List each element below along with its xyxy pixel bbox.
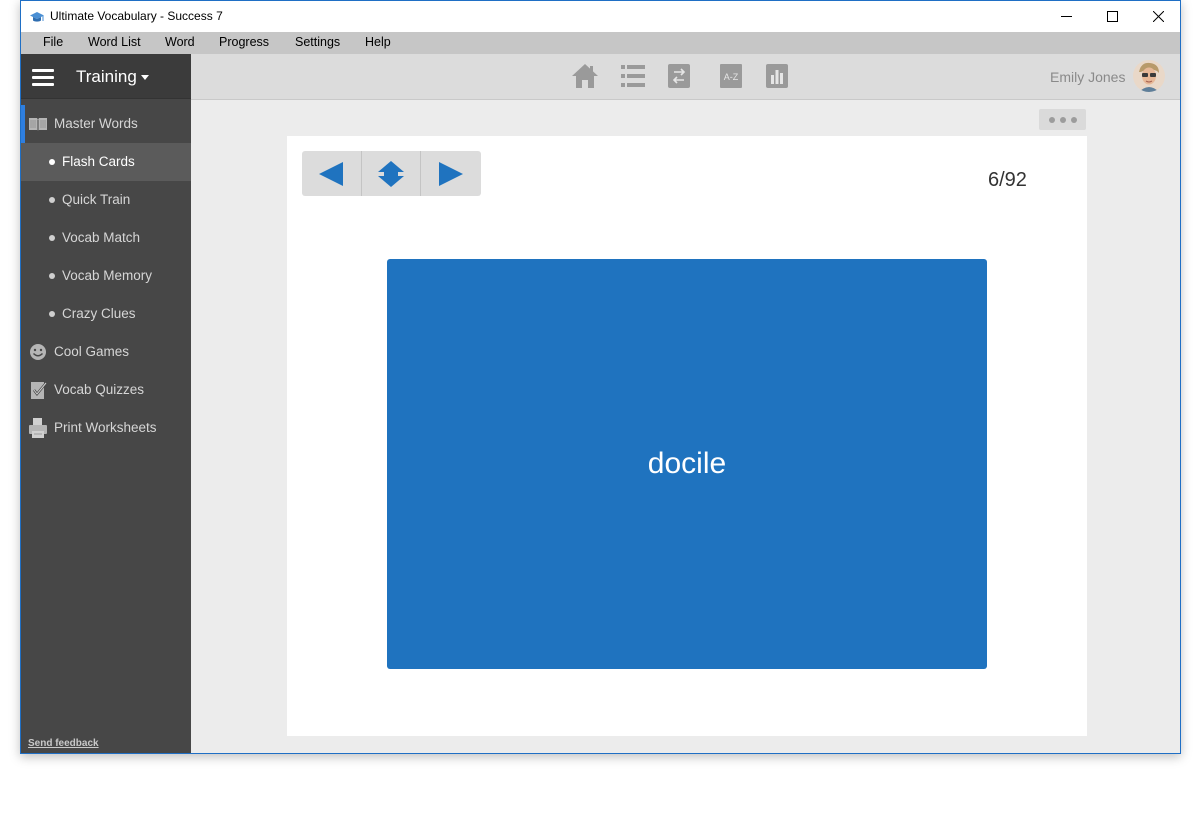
menu-word-list[interactable]: Word List: [88, 35, 141, 49]
sidebar-item-label: Crazy Clues: [62, 306, 136, 321]
sidebar-item-label: Quick Train: [62, 192, 131, 207]
sidebar-item-crazy-clues[interactable]: Crazy Clues: [21, 295, 191, 333]
az-label: A-Z: [724, 72, 739, 82]
menu-bar: File Word List Word Progress Settings He…: [21, 32, 1180, 54]
maximize-icon: [1106, 11, 1118, 22]
sidebar-item-vocab-quizzes[interactable]: Vocab Quizzes: [21, 371, 191, 409]
sidebar-item-flash-cards[interactable]: Flash Cards: [21, 143, 191, 181]
bullet-icon: [49, 197, 55, 203]
sidebar-item-label: Vocab Quizzes: [54, 382, 145, 397]
mode-dropdown[interactable]: Training: [76, 67, 137, 87]
sidebar-item-label: Flash Cards: [62, 154, 135, 169]
maximize-button[interactable]: [1089, 1, 1135, 32]
flashcard-panel: 6/92 docile: [287, 136, 1087, 736]
menu-settings[interactable]: Settings: [295, 35, 340, 49]
bullet-icon: [49, 235, 55, 241]
menu-file[interactable]: File: [43, 35, 63, 49]
previous-arrow-icon: [319, 161, 344, 186]
app-window: Ultimate Vocabulary - Success 7 File Wor…: [20, 0, 1181, 754]
printer-icon: [29, 418, 47, 438]
menu-word[interactable]: Word: [165, 35, 195, 49]
avatar[interactable]: [1133, 60, 1165, 92]
az-icon[interactable]: A-Z: [717, 62, 745, 90]
flip-icon: [378, 160, 404, 187]
close-button[interactable]: [1135, 1, 1180, 32]
sidebar: Training Master Words Flash Cards Quick …: [21, 54, 191, 753]
hamburger-menu-icon[interactable]: [32, 69, 54, 86]
previous-card-button[interactable]: [302, 151, 362, 196]
minimize-button[interactable]: [1043, 1, 1089, 32]
close-icon: [1152, 11, 1164, 22]
sidebar-item-cool-games[interactable]: Cool Games: [21, 333, 191, 371]
next-card-button[interactable]: [421, 151, 481, 196]
sidebar-item-label: Cool Games: [54, 344, 130, 359]
user-name[interactable]: Emily Jones: [1050, 69, 1125, 85]
list-icon[interactable]: [619, 62, 647, 90]
sidebar-item-label: Vocab Memory: [62, 268, 153, 283]
caret-down-icon[interactable]: [141, 75, 149, 80]
sidebar-item-quick-train[interactable]: Quick Train: [21, 181, 191, 219]
graduation-cap-icon: [30, 12, 44, 22]
dot-icon: [1070, 116, 1077, 123]
chart-icon[interactable]: [763, 62, 791, 90]
minimize-icon: [1060, 16, 1072, 17]
avatar-image: [1133, 60, 1165, 92]
bullet-icon: [49, 159, 55, 165]
active-section-indicator: [21, 105, 25, 143]
card-word: docile: [647, 447, 727, 480]
sidebar-item-print-worksheets[interactable]: Print Worksheets: [21, 409, 191, 447]
more-options-button[interactable]: [1039, 109, 1086, 130]
menu-help[interactable]: Help: [365, 35, 391, 49]
sidebar-item-label: Vocab Match: [62, 230, 141, 245]
menu-progress[interactable]: Progress: [219, 35, 269, 49]
dot-icon: [1059, 116, 1066, 123]
card-counter: 6/92: [988, 169, 1027, 191]
next-arrow-icon: [439, 161, 464, 186]
send-feedback-link[interactable]: Send feedback: [28, 738, 99, 749]
bullet-icon: [49, 273, 55, 279]
sidebar-item-label: Print Worksheets: [54, 420, 157, 435]
swap-icon[interactable]: [665, 62, 693, 90]
sidebar-item-master-words[interactable]: Master Words: [21, 105, 191, 143]
card-navigation: [302, 151, 481, 196]
sidebar-item-label: Master Words: [54, 116, 138, 131]
home-icon[interactable]: [571, 62, 599, 90]
flash-card[interactable]: docile: [387, 259, 987, 669]
book-icon: [29, 118, 47, 131]
window-title: Ultimate Vocabulary - Success 7: [50, 9, 223, 23]
dot-icon: [1048, 116, 1055, 123]
title-bar: Ultimate Vocabulary - Success 7: [21, 1, 1180, 32]
toolbar: A-Z Emily Jones: [191, 54, 1180, 100]
sidebar-item-vocab-memory[interactable]: Vocab Memory: [21, 257, 191, 295]
flip-card-button[interactable]: [362, 151, 422, 196]
bullet-icon: [49, 311, 55, 317]
checklist-icon: [31, 382, 47, 399]
smiley-icon: [30, 344, 46, 360]
sidebar-header: Training: [21, 54, 191, 99]
sidebar-item-vocab-match[interactable]: Vocab Match: [21, 219, 191, 257]
